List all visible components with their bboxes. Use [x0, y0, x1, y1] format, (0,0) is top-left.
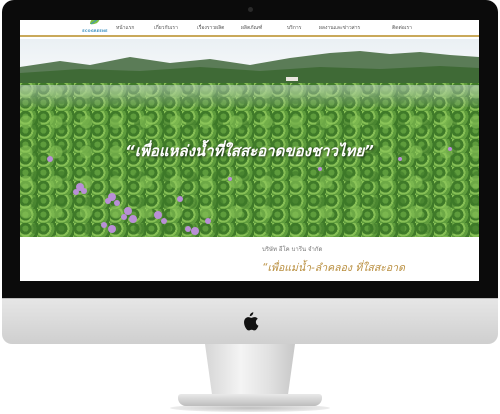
apple-icon: [244, 312, 259, 331]
nav-menu: หน้าแรก เกี่ยวกับเรา เรื่องราวผลิต ผลิตภ…: [116, 20, 422, 35]
nav-item-story[interactable]: เรื่องราวผลิต: [197, 24, 241, 32]
website-screen: ECOGREENE หน้าแรก เกี่ยวกับเรา เรื่องราว…: [20, 20, 479, 281]
top-navbar: ECOGREENE หน้าแรก เกี่ยวกับเรา เรื่องราว…: [20, 20, 479, 37]
nav-item-home[interactable]: หน้าแรก: [116, 24, 154, 32]
nav-item-about[interactable]: เกี่ยวกับเรา: [154, 24, 197, 32]
nav-item-contact[interactable]: ติดต่อเรา: [392, 24, 422, 32]
nav-item-services[interactable]: บริการ: [287, 24, 319, 32]
hero-banner: “เพื่อแหล่งน้ำที่ใสสะอาดของชาวไทย”: [20, 39, 479, 237]
nav-item-products[interactable]: ผลิตภัณฑ์: [241, 24, 287, 32]
tagline: “เพื่อแม่น้ำ-ลำคลอง ที่ใสสะอาด: [262, 262, 405, 274]
logo-leaf-icon: [90, 20, 100, 25]
logo-text: ECOGREENE: [82, 29, 108, 33]
hero-flowers: [47, 147, 452, 235]
hero-title: “เพื่อแหล่งน้ำที่ใสสะอาดของชาวไทย”: [125, 142, 374, 160]
company-name: บริษัท อีโค บารีน จำกัด: [262, 246, 323, 253]
monitor-stand-neck: [205, 344, 295, 396]
brand-logo[interactable]: ECOGREENE: [82, 20, 108, 36]
imac-mockup: ECOGREENE หน้าแรก เกี่ยวกับเรา เรื่องราว…: [0, 0, 500, 414]
stand-shadow: [170, 404, 330, 412]
camera-icon: [248, 7, 253, 12]
intro-section: บริษัท อีโค บารีน จำกัด “เพื่อแม่น้ำ-ลำค…: [20, 237, 479, 281]
nav-item-news[interactable]: ผลงานและข่าวสาร: [319, 24, 392, 32]
